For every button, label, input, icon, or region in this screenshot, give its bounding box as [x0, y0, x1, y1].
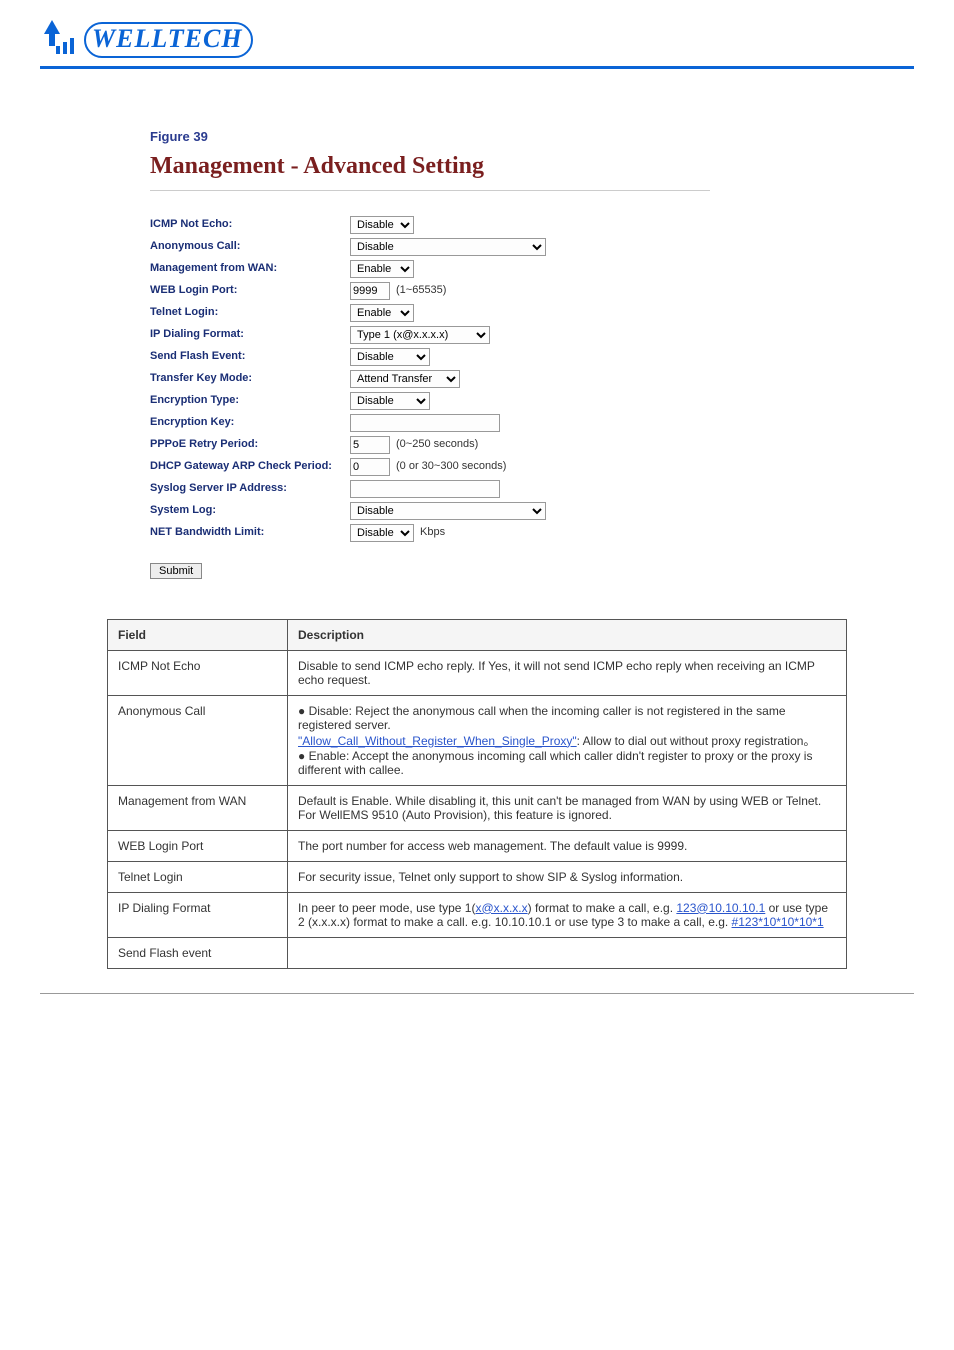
form-row: WEB Login Port: (1~65535): [150, 281, 790, 301]
field-name-cell: IP Dialing Format: [108, 892, 288, 937]
form-row: System Log:Disable: [150, 501, 790, 521]
select-input[interactable]: Disable: [350, 348, 430, 366]
hint-text: Kbps: [420, 525, 445, 540]
select-input[interactable]: Attend Transfer: [350, 370, 460, 388]
form-label: IP Dialing Format:: [150, 327, 350, 342]
welltech-icon: [40, 20, 80, 60]
desc-line: "Allow_Call_Without_Register_When_Single…: [298, 732, 836, 749]
table-row: Send Flash event: [108, 937, 847, 968]
form-label: Transfer Key Mode:: [150, 371, 350, 386]
form-row: NET Bandwidth Limit:Disable Kbps: [150, 523, 790, 543]
link-text: 123@10.10.10.1: [676, 901, 765, 915]
text-input[interactable]: [350, 414, 500, 432]
form-label: Telnet Login:: [150, 305, 350, 320]
form-label: Encryption Key:: [150, 415, 350, 430]
form-label: Management from WAN:: [150, 261, 350, 276]
select-input[interactable]: Type 1 (x@x.x.x.x): [350, 326, 490, 344]
form-row: Anonymous Call:Disable: [150, 237, 790, 257]
form-label: ICMP Not Echo:: [150, 217, 350, 232]
field-desc-cell: For security issue, Telnet only support …: [288, 861, 847, 892]
header-divider: [40, 66, 914, 69]
form-row: Telnet Login:Enable: [150, 303, 790, 323]
form-row: Transfer Key Mode:Attend Transfer: [150, 369, 790, 389]
table-row: Anonymous Call ● Disable: Reject the anon…: [108, 695, 847, 785]
form-label: Syslog Server IP Address:: [150, 481, 350, 496]
select-input[interactable]: Disable: [350, 392, 430, 410]
link-text: "Allow_Call_Without_Register_When_Single…: [298, 734, 577, 748]
form-row: IP Dialing Format:Type 1 (x@x.x.x.x): [150, 325, 790, 345]
form-label: System Log:: [150, 503, 350, 518]
table-row: Management from WANDefault is Enable. Wh…: [108, 785, 847, 830]
footer-divider: [40, 993, 914, 994]
form-label: Encryption Type:: [150, 393, 350, 408]
field-description-table: Field Description ICMP Not EchoDisable t…: [107, 619, 847, 969]
text-input[interactable]: [350, 436, 390, 454]
form-label: Send Flash Event:: [150, 349, 350, 364]
table-row: Telnet LoginFor security issue, Telnet o…: [108, 861, 847, 892]
form-row: ICMP Not Echo:Disable: [150, 215, 790, 235]
table-header-field: Field: [108, 619, 288, 650]
text-input[interactable]: [350, 480, 500, 498]
select-input[interactable]: Disable: [350, 502, 546, 520]
table-header-desc: Description: [288, 619, 847, 650]
form-row: Management from WAN:Enable: [150, 259, 790, 279]
table-row: IP Dialing FormatIn peer to peer mode, u…: [108, 892, 847, 937]
hint-text: (0 or 30~300 seconds): [396, 459, 506, 474]
desc-line: ● Disable: Reject the anonymous call whe…: [298, 704, 836, 732]
form-label: NET Bandwidth Limit:: [150, 525, 350, 540]
form-row: Syslog Server IP Address:: [150, 479, 790, 499]
field-desc-cell: ● Disable: Reject the anonymous call whe…: [288, 695, 847, 785]
field-desc-cell: [288, 937, 847, 968]
form-label: PPPoE Retry Period:: [150, 437, 350, 452]
table-row: WEB Login PortThe port number for access…: [108, 830, 847, 861]
form-label: DHCP Gateway ARP Check Period:: [150, 459, 350, 474]
figure-title: Management - Advanced Setting: [150, 150, 710, 191]
field-name-cell: Anonymous Call: [108, 695, 288, 785]
desc-line: ● Enable: Accept the anonymous incoming …: [298, 749, 836, 777]
field-desc-cell: Default is Enable. While disabling it, t…: [288, 785, 847, 830]
form-row: Send Flash Event:Disable: [150, 347, 790, 367]
field-name-cell: Telnet Login: [108, 861, 288, 892]
form-label: WEB Login Port:: [150, 283, 350, 298]
table-row: ICMP Not EchoDisable to send ICMP echo r…: [108, 650, 847, 695]
link-text: x@x.x.x.x: [475, 901, 527, 915]
text-input[interactable]: [350, 458, 390, 476]
field-name-cell: Send Flash event: [108, 937, 288, 968]
brand-text: WELLTECH: [92, 24, 243, 54]
form-row: Encryption Type:Disable: [150, 391, 790, 411]
field-desc-cell: The port number for access web managemen…: [288, 830, 847, 861]
figure-number: Figure 39: [150, 129, 790, 144]
select-input[interactable]: Disable: [350, 216, 414, 234]
field-name-cell: WEB Login Port: [108, 830, 288, 861]
form-row: PPPoE Retry Period: (0~250 seconds): [150, 435, 790, 455]
select-input[interactable]: Enable: [350, 260, 414, 278]
text-input[interactable]: [350, 282, 390, 300]
hint-text: (1~65535): [396, 283, 446, 298]
link-text: #123*10*10*10*1: [732, 915, 824, 929]
form-row: Encryption Key:: [150, 413, 790, 433]
field-desc-cell: Disable to send ICMP echo reply. If Yes,…: [288, 650, 847, 695]
field-desc-cell: In peer to peer mode, use type 1(x@x.x.x…: [288, 892, 847, 937]
submit-button[interactable]: Submit: [150, 563, 202, 579]
select-input[interactable]: Enable: [350, 304, 414, 322]
form-label: Anonymous Call:: [150, 239, 350, 254]
select-input[interactable]: Disable: [350, 238, 546, 256]
hint-text: (0~250 seconds): [396, 437, 478, 452]
select-input[interactable]: Disable: [350, 524, 414, 542]
field-name-cell: Management from WAN: [108, 785, 288, 830]
form-row: DHCP Gateway ARP Check Period: (0 or 30~3…: [150, 457, 790, 477]
brand-logo: WELLTECH: [40, 20, 914, 60]
field-name-cell: ICMP Not Echo: [108, 650, 288, 695]
